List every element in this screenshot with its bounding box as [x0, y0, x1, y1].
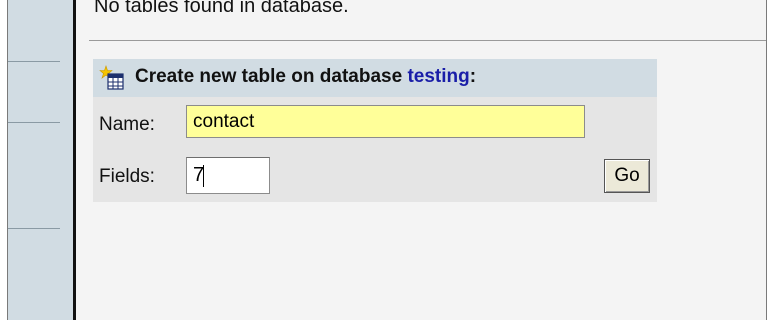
nav-separator	[8, 61, 60, 62]
create-table-title: Create new table on database testing:	[135, 66, 476, 88]
new-table-icon	[99, 65, 124, 90]
fields-label: Fields:	[99, 166, 155, 187]
nav-separator	[8, 122, 60, 123]
go-button[interactable]: Go	[604, 159, 650, 193]
table-name-input[interactable]	[186, 105, 585, 138]
create-table-panel: Create new table on database testing: Na…	[93, 59, 657, 202]
navigation-frame	[8, 0, 73, 320]
window-margin	[767, 0, 774, 320]
main-frame: No tables found in database. Create new …	[76, 0, 766, 320]
database-name-link[interactable]: testing	[407, 66, 469, 87]
create-table-title-text: Create new table on database	[135, 66, 403, 87]
no-tables-message: No tables found in database.	[94, 0, 349, 17]
horizontal-rule	[89, 40, 766, 41]
name-label: Name:	[99, 114, 155, 135]
text-caret	[203, 165, 204, 187]
create-table-header: Create new table on database testing:	[93, 59, 657, 97]
title-colon: :	[469, 66, 477, 87]
fields-count-input[interactable]	[186, 157, 270, 194]
nav-separator	[8, 228, 60, 229]
